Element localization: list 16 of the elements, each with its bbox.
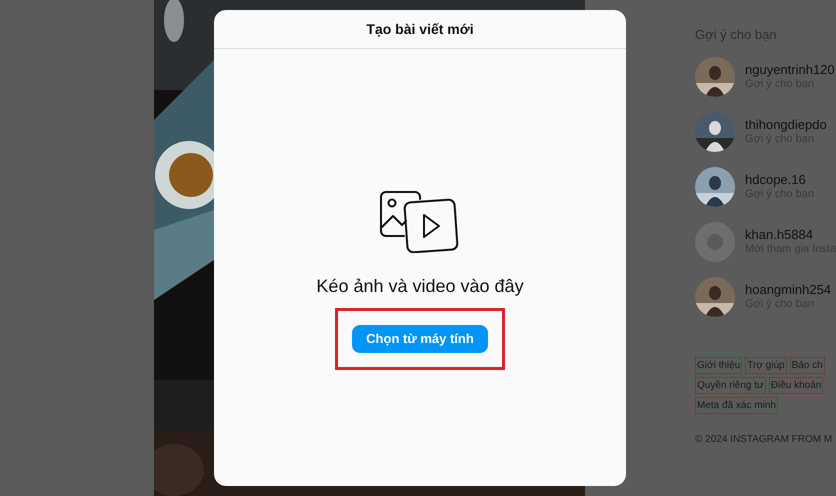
footer-link[interactable]: Báo ch — [790, 356, 825, 374]
footer-link[interactable]: Quyền riêng tư — [695, 376, 766, 394]
footer-link[interactable]: Điều khoản — [768, 376, 824, 394]
footer-link[interactable]: Meta đã xác minh — [695, 396, 778, 414]
footer-link[interactable]: Giới thiệu — [695, 356, 742, 374]
copyright-text: © 2024 INSTAGRAM FROM M — [695, 432, 834, 446]
username[interactable]: hoangminh254 — [745, 282, 832, 298]
drop-prompt: Kéo ảnh và video vào đây — [316, 275, 524, 298]
footer-link[interactable]: Trợ giúp — [745, 356, 787, 374]
username[interactable]: khan.h5884 — [745, 226, 836, 243]
dialog-title: Tạo bài viết mới — [366, 20, 474, 38]
username[interactable]: nguyentrinh120 — [745, 62, 835, 78]
select-from-computer-button[interactable]: Chọn từ máy tính — [352, 325, 488, 353]
username[interactable]: thihongdiepdo — [745, 116, 827, 133]
photo-video-icon — [380, 191, 460, 253]
username[interactable]: hdcope.16 — [745, 172, 814, 188]
